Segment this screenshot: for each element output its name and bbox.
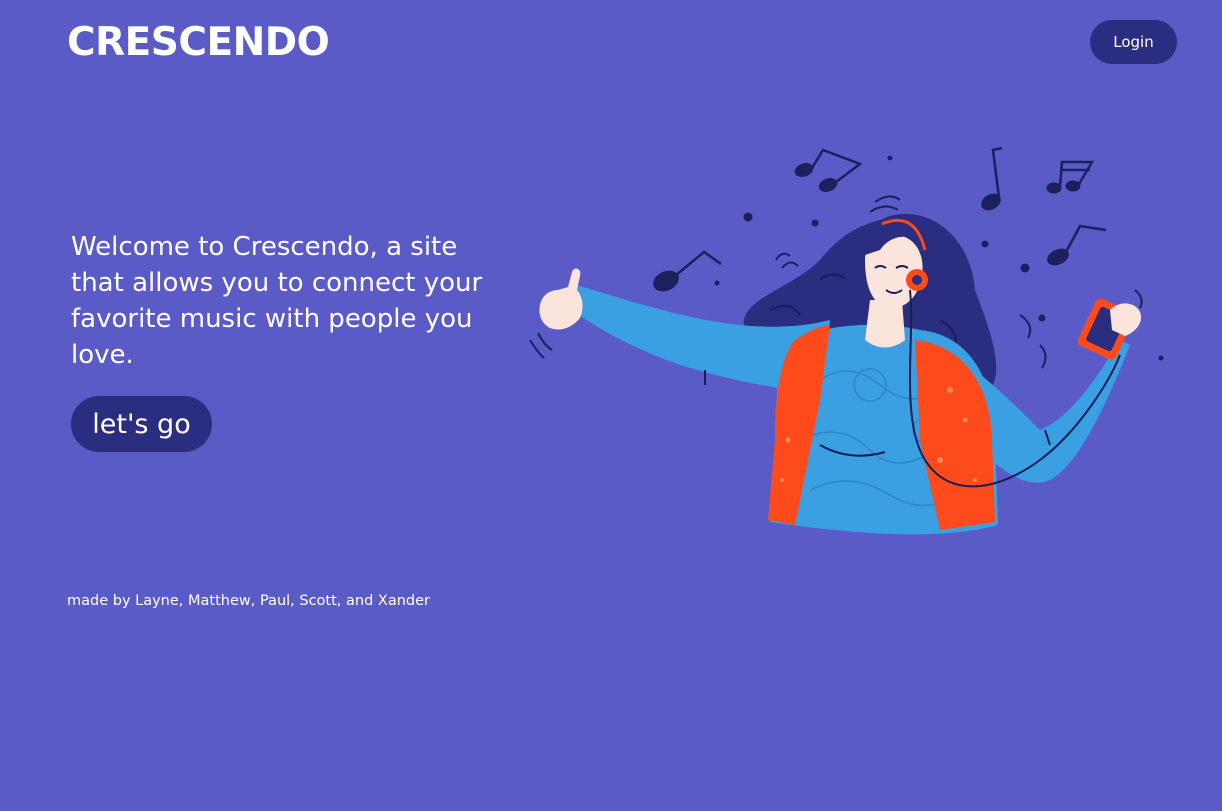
welcome-text: Welcome to Crescendo, a site that allows… [71,232,483,370]
credits-text: made by Layne, Matthew, Paul, Scott, and… [67,593,431,609]
logo[interactable]: CRESCENDO [67,20,330,65]
left-hand [539,268,583,330]
login-button[interactable]: Login [1090,20,1177,64]
lets-go-button[interactable]: let's go [71,396,212,452]
hero-illustration [529,146,1164,535]
right-hand [1110,303,1142,336]
